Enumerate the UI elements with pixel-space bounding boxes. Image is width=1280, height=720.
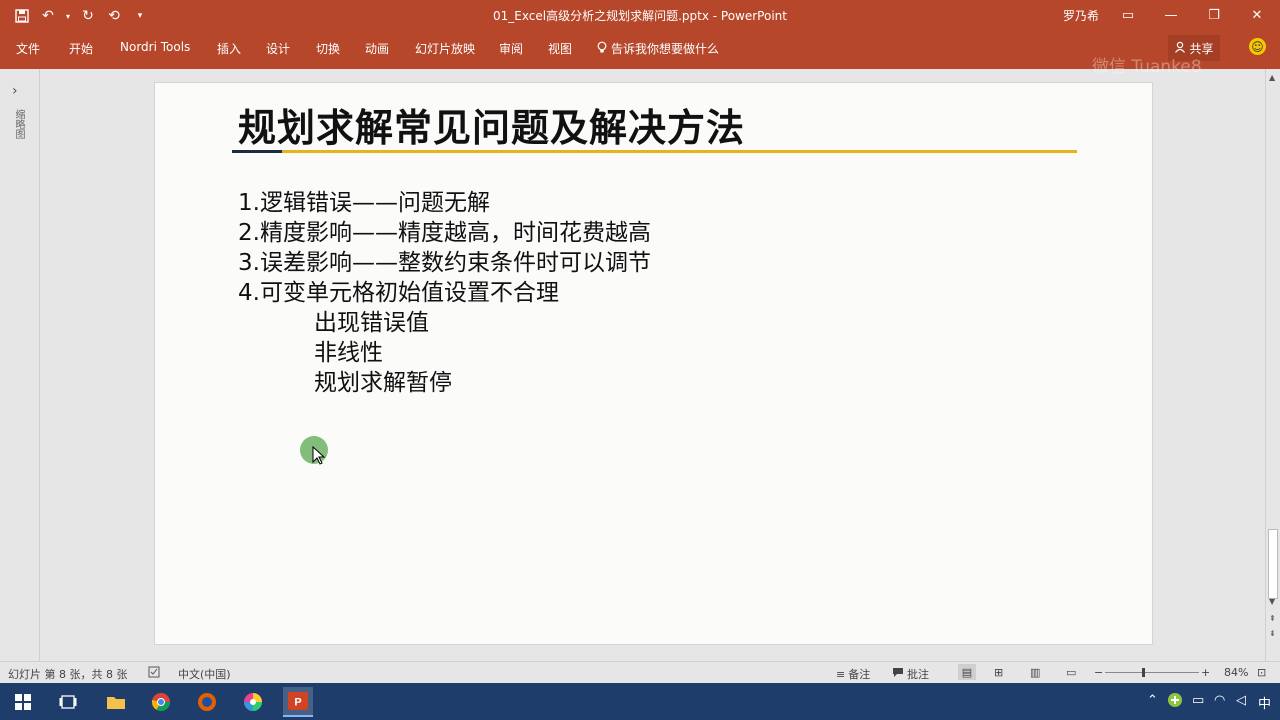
thumbnail-pane-collapsed: › 缩略图 xyxy=(0,69,40,661)
comments-label: 批注 xyxy=(907,668,929,681)
zoom-out-icon[interactable]: − xyxy=(1094,666,1103,679)
spell-check-icon[interactable] xyxy=(148,666,160,678)
powerpoint-taskbar-icon[interactable]: P xyxy=(283,687,313,717)
chrome-icon[interactable] xyxy=(146,687,176,717)
scroll-thumb[interactable] xyxy=(1268,529,1278,599)
body-line: 2.精度影响——精度越高，时间花费越高 xyxy=(238,220,651,246)
tab-insert[interactable]: 插入 xyxy=(217,40,241,57)
zoom-slider-track[interactable] xyxy=(1105,672,1199,673)
title-underline-gold xyxy=(282,150,1077,153)
reading-view-icon[interactable]: ▥ xyxy=(1030,666,1040,679)
slideshow-view-icon[interactable]: ▭ xyxy=(1066,666,1076,679)
lightbulb-icon xyxy=(597,41,607,57)
feedback-smiley-icon[interactable]: ☺ xyxy=(1249,38,1266,55)
tab-home[interactable]: 开始 xyxy=(69,40,93,57)
title-bar: ↶ ▾ ↻ ⟲ ▾ 01_Excel高级分析之规划求解问题.pptx - Pow… xyxy=(0,0,1280,32)
volume-icon[interactable]: ◁ xyxy=(1236,693,1246,708)
expand-thumbnails-chevron-icon[interactable]: › xyxy=(12,83,18,99)
task-view-icon[interactable] xyxy=(53,687,83,717)
slide-counter: 幻灯片 第 8 张，共 8 张 xyxy=(8,668,128,681)
body-line: 3.误差影响——整数约束条件时可以调节 xyxy=(238,250,651,276)
show-hidden-icons-chevron-icon[interactable]: ⌃ xyxy=(1147,693,1158,708)
tab-animations[interactable]: 动画 xyxy=(365,40,389,57)
tab-nordri-tools[interactable]: Nordri Tools xyxy=(120,40,190,54)
ime-indicator[interactable]: 中 xyxy=(1258,693,1271,712)
next-slide-icon[interactable]: ⇟ xyxy=(1269,629,1276,638)
tell-me-box[interactable]: 告诉我你想要做什么 xyxy=(597,40,719,57)
notes-label: 备注 xyxy=(848,668,871,681)
color-wheel-app-icon[interactable] xyxy=(238,687,268,717)
body-line: 1.逻辑错误——问题无解 xyxy=(238,190,490,216)
wifi-icon[interactable]: ◠ xyxy=(1214,693,1225,708)
scroll-down-arrow-icon[interactable]: ▼ xyxy=(1269,597,1275,606)
tab-transitions[interactable]: 切换 xyxy=(316,40,340,57)
normal-view-icon[interactable]: ▤ xyxy=(958,664,976,680)
windows-start-icon[interactable] xyxy=(8,687,38,717)
comment-icon xyxy=(892,667,904,681)
windows-taskbar: P ⌃ ▭ ◠ ◁ 中 xyxy=(0,683,1280,720)
slide-canvas[interactable]: 规划求解常见问题及解决方法 1.逻辑错误——问题无解 2.精度影响——精度越高，… xyxy=(154,82,1153,645)
slide-sorter-view-icon[interactable]: ⊞ xyxy=(994,666,1003,679)
tab-slideshow[interactable]: 幻灯片放映 xyxy=(415,40,475,57)
previous-slide-icon[interactable]: ⇞ xyxy=(1269,614,1276,623)
minimize-button[interactable]: — xyxy=(1158,4,1184,26)
body-sub-line: 出现错误值 xyxy=(314,310,429,336)
thumbnail-pane-label: 缩略图 xyxy=(13,109,24,139)
scroll-up-arrow-icon[interactable]: ▲ xyxy=(1269,73,1275,82)
tell-me-text: 告诉我你想要做什么 xyxy=(611,42,720,56)
ribbon: 文件 开始 Nordri Tools 插入 设计 切换 动画 幻灯片放映 审阅 … xyxy=(0,32,1280,69)
body-sub-line: 非线性 xyxy=(314,340,383,366)
network-icon[interactable]: ▭ xyxy=(1192,693,1204,708)
user-name[interactable]: 罗乃希 xyxy=(1063,7,1099,24)
notes-icon: ≡ xyxy=(836,667,846,681)
svg-text:P: P xyxy=(294,697,301,709)
vertical-scrollbar[interactable]: ▲ ▼ ⇞ ⇟ xyxy=(1265,69,1280,661)
firefox-icon[interactable] xyxy=(192,687,222,717)
zoom-level[interactable]: 84% xyxy=(1224,666,1248,679)
notes-button[interactable]: ≡ 备注 xyxy=(836,666,870,682)
zoom-in-icon[interactable]: + xyxy=(1201,666,1210,679)
body-line: 4.可变单元格初始值设置不合理 xyxy=(238,280,559,306)
language-indicator[interactable]: 中文(中国) xyxy=(178,666,231,682)
watermark-text: 微信 Tuanke8 xyxy=(1092,57,1202,77)
status-bar: 幻灯片 第 8 张，共 8 张 中文(中国) ≡ 备注 批注 ▤ ⊞ ▥ ▭ −… xyxy=(0,661,1280,683)
tab-design[interactable]: 设计 xyxy=(266,40,290,57)
title-underline-dark xyxy=(232,150,282,153)
tab-file[interactable]: 文件 xyxy=(16,40,40,57)
comments-button[interactable]: 批注 xyxy=(892,666,929,682)
file-explorer-icon[interactable] xyxy=(101,687,131,717)
fit-slide-icon[interactable]: ⊡ xyxy=(1257,666,1266,679)
slide-title[interactable]: 规划求解常见问题及解决方法 xyxy=(238,97,745,152)
tab-review[interactable]: 审阅 xyxy=(499,40,523,57)
close-button[interactable]: ✕ xyxy=(1244,4,1270,26)
restore-button[interactable]: ❐ xyxy=(1201,4,1227,26)
tab-view[interactable]: 视图 xyxy=(548,40,572,57)
tray-app-icon[interactable] xyxy=(1167,692,1183,712)
mouse-pointer-icon xyxy=(312,446,326,465)
body-sub-line: 规划求解暂停 xyxy=(314,370,452,396)
ribbon-display-options-icon[interactable]: ▭ xyxy=(1115,4,1141,26)
zoom-slider-thumb[interactable] xyxy=(1142,668,1145,677)
slide-body-text[interactable]: 1.逻辑错误——问题无解 2.精度影响——精度越高，时间花费越高 3.误差影响—… xyxy=(238,188,651,398)
